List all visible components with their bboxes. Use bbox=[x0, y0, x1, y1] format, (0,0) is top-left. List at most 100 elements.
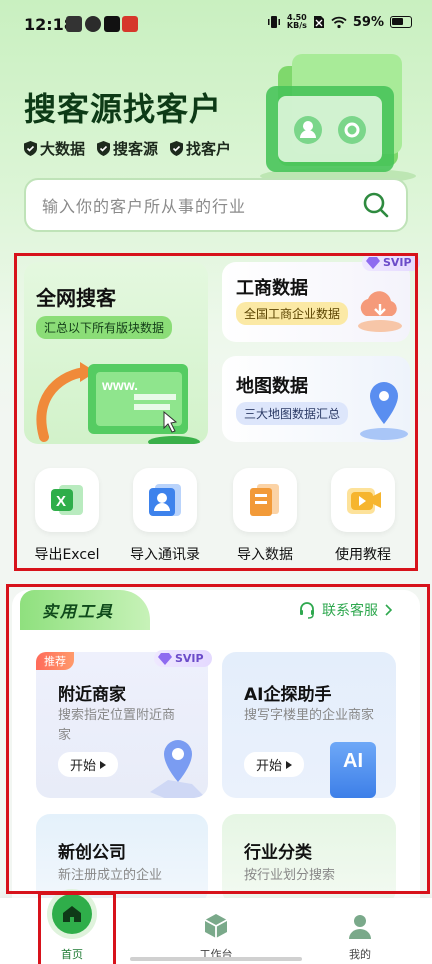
svip-badge: SVIP bbox=[154, 650, 212, 667]
hero-title: 搜客源找客户 bbox=[24, 90, 223, 128]
business-data-card[interactable]: 工商数据 全国工商企业数据 bbox=[222, 262, 410, 342]
leaf-app-icon bbox=[85, 16, 101, 32]
import-contacts-button[interactable]: 导入通讯录 bbox=[120, 468, 210, 564]
tool-icon-wrap bbox=[331, 468, 395, 532]
cloud-data-icon bbox=[358, 291, 402, 332]
hero-tag-label: 大数据 bbox=[40, 140, 86, 158]
nearby-merchants-title: 附近商家 bbox=[58, 685, 126, 705]
www-text: www. bbox=[101, 377, 138, 393]
search-placeholder: 输入你的客户所从事的行业 bbox=[42, 197, 247, 216]
recommend-badge: 推荐 bbox=[36, 652, 74, 670]
whole-net-search-subtitle: 汇总以下所有版块数据 bbox=[36, 316, 173, 339]
practical-tools-tab-label: 实用工具 bbox=[42, 602, 115, 621]
practical-tools-tab: 实用工具 bbox=[20, 590, 150, 630]
svg-text:X: X bbox=[56, 493, 66, 510]
nav-mine[interactable]: 我的 bbox=[310, 898, 410, 964]
home-icon bbox=[63, 906, 81, 922]
home-bubble bbox=[52, 894, 92, 934]
sim-app-icon bbox=[66, 16, 82, 32]
whole-net-search-card[interactable]: 全网搜客 汇总以下所有版块数据 www. bbox=[24, 262, 208, 444]
ai-assistant-title: AI企探助手 bbox=[244, 685, 332, 705]
svip-badge-label: SVIP bbox=[383, 256, 412, 269]
hero-tag: 搜客源 bbox=[97, 138, 158, 159]
vibrate-icon bbox=[267, 16, 280, 28]
nav-workbench[interactable]: 工作台 bbox=[166, 898, 266, 964]
battery-icon bbox=[390, 16, 412, 28]
tutorial-label: 使用教程 bbox=[335, 547, 391, 563]
industry-category-desc: 按行业划分搜索 bbox=[244, 868, 336, 883]
map-data-title: 地图数据 bbox=[236, 376, 308, 397]
svip-badge-label: SVIP bbox=[175, 652, 204, 665]
web-search-illustration-icon: www. bbox=[36, 362, 200, 444]
export-excel-button[interactable]: X 导出Excel bbox=[22, 468, 112, 564]
new-company-card[interactable]: 新创公司 新注册成立的企业 bbox=[36, 814, 208, 904]
ai-assistant-start-button[interactable]: 开始 bbox=[244, 752, 305, 777]
video-tutorial-icon bbox=[347, 488, 381, 514]
nav-home-label: 首页 bbox=[61, 948, 83, 961]
hero-tag-label: 搜客源 bbox=[113, 140, 159, 158]
business-data-subtitle: 全国工商企业数据 bbox=[236, 302, 349, 325]
ai-assistant-desc: 搜写字楼里的企业商家 bbox=[244, 708, 375, 723]
no-sim-icon bbox=[313, 16, 324, 28]
wifi-icon bbox=[331, 16, 347, 28]
start-label: 开始 bbox=[70, 759, 97, 774]
cube-icon bbox=[204, 914, 228, 938]
net-speed: 4.50 KB/s bbox=[287, 14, 307, 30]
ai-icon-text: AI bbox=[343, 750, 363, 772]
folder-illustration-icon bbox=[260, 54, 416, 184]
contact-service-link[interactable]: 联系客服 bbox=[298, 600, 392, 620]
diamond-icon bbox=[366, 256, 380, 269]
shield-check-icon bbox=[97, 141, 111, 156]
battery-percent: 59% bbox=[352, 14, 384, 30]
whole-net-search-title: 全网搜客 bbox=[36, 286, 116, 310]
status-right-group: 4.50 KB/s 59% bbox=[267, 14, 412, 30]
diamond-icon bbox=[158, 652, 172, 665]
contact-service-label: 联系客服 bbox=[322, 603, 378, 619]
location-pin-icon bbox=[150, 740, 204, 798]
tutorial-button[interactable]: 使用教程 bbox=[318, 468, 408, 564]
tool-icon-wrap bbox=[233, 468, 297, 532]
nearby-merchants-card[interactable]: 附近商家 搜索指定位置附近商家 开始 bbox=[36, 652, 208, 798]
excel-icon: X bbox=[51, 485, 83, 515]
nav-mine-label: 我的 bbox=[349, 948, 371, 961]
start-label: 开始 bbox=[256, 759, 283, 774]
net-speed-unit: KB/s bbox=[286, 21, 307, 30]
tool-icon-wrap: X bbox=[35, 468, 99, 532]
ai-building-icon: AI bbox=[330, 742, 376, 798]
tiktok-icon bbox=[104, 16, 120, 32]
import-contacts-label: 导入通讯录 bbox=[130, 547, 200, 563]
headset-icon bbox=[300, 602, 314, 619]
chevron-right-icon bbox=[385, 604, 392, 616]
home-indicator bbox=[130, 957, 302, 961]
industry-category-title: 行业分类 bbox=[244, 843, 312, 863]
import-data-button[interactable]: 导入数据 bbox=[220, 468, 310, 564]
search-input[interactable]: 输入你的客户所从事的行业 bbox=[24, 178, 408, 232]
svip-badge: SVIP bbox=[362, 254, 420, 271]
red-app-icon bbox=[122, 16, 138, 32]
bottom-nav: 首页 工作台 我的 bbox=[0, 894, 432, 964]
search-icon[interactable] bbox=[362, 191, 390, 219]
ai-assistant-card[interactable]: AI企探助手 搜写字楼里的企业商家 开始 AI bbox=[222, 652, 396, 798]
business-data-title: 工商数据 bbox=[236, 278, 308, 299]
import-data-label: 导入数据 bbox=[237, 547, 293, 563]
contacts-icon bbox=[149, 484, 181, 516]
play-triangle-icon bbox=[100, 760, 107, 769]
map-pin-icon bbox=[360, 382, 408, 440]
new-company-desc: 新注册成立的企业 bbox=[58, 868, 163, 883]
new-company-title: 新创公司 bbox=[58, 843, 126, 863]
industry-category-card[interactable]: 行业分类 按行业划分搜索 bbox=[222, 814, 396, 904]
nav-home[interactable]: 首页 bbox=[22, 894, 122, 964]
hero-tag-label: 找客户 bbox=[186, 140, 232, 158]
import-data-icon bbox=[250, 484, 279, 516]
map-data-card[interactable]: 地图数据 三大地图数据汇总 bbox=[222, 356, 410, 442]
nearby-merchants-start-button[interactable]: 开始 bbox=[58, 752, 119, 777]
play-triangle-icon bbox=[286, 760, 293, 769]
hero-tags: 大数据 搜客源 找客户 bbox=[24, 138, 231, 159]
map-data-subtitle: 三大地图数据汇总 bbox=[236, 402, 349, 425]
hero-tag: 找客户 bbox=[170, 138, 231, 159]
export-excel-label: 导出Excel bbox=[34, 547, 100, 563]
tool-icon-wrap bbox=[133, 468, 197, 532]
shield-check-icon bbox=[24, 141, 37, 156]
hero-tag: 大数据 bbox=[24, 138, 85, 159]
shield-check-icon bbox=[170, 141, 184, 156]
